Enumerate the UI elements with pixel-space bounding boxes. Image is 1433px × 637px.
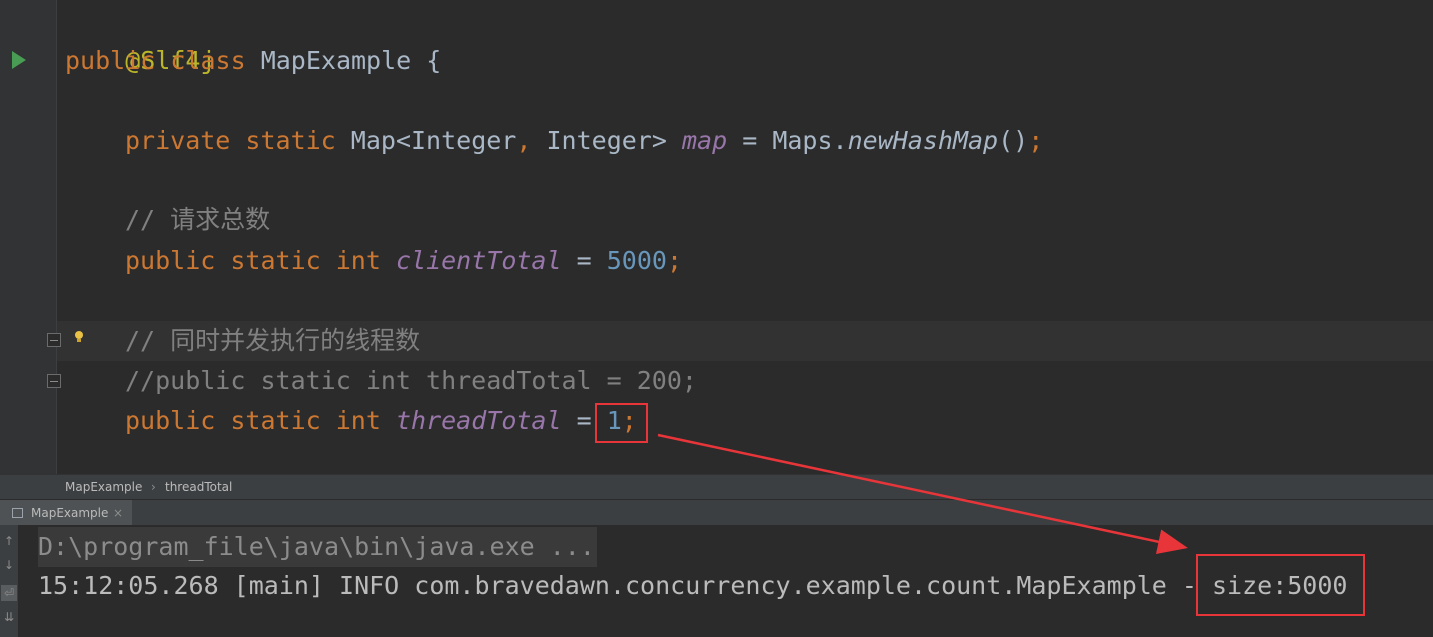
- fold-start-icon[interactable]: [47, 333, 61, 347]
- arrow-up-icon[interactable]: ↑: [1, 533, 17, 549]
- console-output[interactable]: ↑ ↓ ⏎ ⇊ D:\program_file\java\bin\java.ex…: [0, 525, 1433, 637]
- operator-token: =: [576, 246, 592, 275]
- console-icon: [12, 508, 23, 518]
- comma-token: ,: [516, 126, 532, 155]
- parens-token: (): [998, 126, 1029, 155]
- console-command-line[interactable]: D:\program_file\java\bin\java.exe ...: [38, 527, 597, 567]
- type-token: Integer>: [546, 126, 667, 155]
- code-line-annotation[interactable]: @Slf4j: [65, 1, 215, 75]
- result-highlight-box: [1196, 554, 1365, 616]
- arrow-down-icon[interactable]: ↓: [1, 557, 17, 573]
- operator-token: =: [576, 406, 592, 435]
- scroll-to-end-icon[interactable]: ⇊: [1, 609, 17, 625]
- field-name-token: threadTotal: [395, 406, 562, 435]
- code-editor[interactable]: @Slf4j public class MapExample { private…: [0, 0, 1433, 474]
- semicolon-token: ;: [666, 246, 683, 275]
- code-line-thread-total[interactable]: public static int threadTotal = 1;: [125, 401, 637, 441]
- keyword-token: public: [65, 46, 156, 75]
- run-class-icon[interactable]: [12, 51, 26, 69]
- keyword-token: public: [125, 406, 216, 435]
- class-name-token: MapExample: [260, 46, 412, 75]
- breadcrumb-separator: ›: [151, 480, 156, 494]
- operator-token: =: [742, 126, 758, 155]
- type-token: Map<Integer: [350, 126, 517, 155]
- editor-gutter: [0, 0, 57, 474]
- code-line-class-declaration[interactable]: public class MapExample {: [65, 41, 441, 81]
- keyword-token: static: [230, 406, 321, 435]
- field-name-token: clientTotal: [395, 246, 562, 275]
- code-line-commented-thread-total[interactable]: //public static int threadTotal = 200;: [125, 361, 697, 401]
- qualifier-token: Maps.: [772, 126, 848, 155]
- breadcrumb-item-member[interactable]: threadTotal: [165, 475, 232, 500]
- tab-mapexample[interactable]: MapExample ×: [0, 500, 132, 526]
- intention-bulb-icon[interactable]: [74, 331, 84, 343]
- keyword-token: static: [245, 126, 336, 155]
- breadcrumb: MapExample › threadTotal: [0, 474, 1433, 500]
- keyword-token: class: [170, 46, 246, 75]
- console-toolbar: ↑ ↓ ⏎ ⇊: [0, 525, 18, 637]
- tab-label: MapExample: [31, 506, 109, 520]
- code-line-map-field[interactable]: private static Map<Integer, Integer> map…: [125, 121, 1043, 161]
- thread-total-highlight-box: [595, 403, 648, 443]
- code-line-comment-threads[interactable]: // 同时并发执行的线程数: [125, 321, 420, 361]
- breadcrumb-item-class[interactable]: MapExample: [65, 475, 142, 500]
- keyword-token: int: [335, 406, 381, 435]
- method-call-token: newHashMap: [847, 126, 999, 155]
- run-tool-window-tabs: MapExample ×: [0, 499, 1433, 526]
- brace-token: {: [426, 46, 442, 75]
- close-icon[interactable]: ×: [113, 500, 123, 526]
- field-name-token: map: [681, 126, 728, 155]
- fold-end-icon[interactable]: [47, 374, 61, 388]
- soft-wrap-icon[interactable]: ⏎: [1, 585, 17, 601]
- number-token: 5000: [606, 246, 667, 275]
- code-line-comment-total[interactable]: // 请求总数: [125, 200, 270, 240]
- keyword-token: public: [125, 246, 216, 275]
- keyword-token: private: [125, 126, 231, 155]
- log-prefix: 15:12:05.268 [main] INFO com.bravedawn.c…: [38, 571, 1212, 600]
- keyword-token: static: [230, 246, 321, 275]
- keyword-token: int: [335, 246, 381, 275]
- semicolon-token: ;: [1028, 126, 1044, 155]
- console-output-line[interactable]: 15:12:05.268 [main] INFO com.bravedawn.c…: [38, 566, 1347, 606]
- code-line-client-total[interactable]: public static int clientTotal = 5000;: [125, 241, 682, 281]
